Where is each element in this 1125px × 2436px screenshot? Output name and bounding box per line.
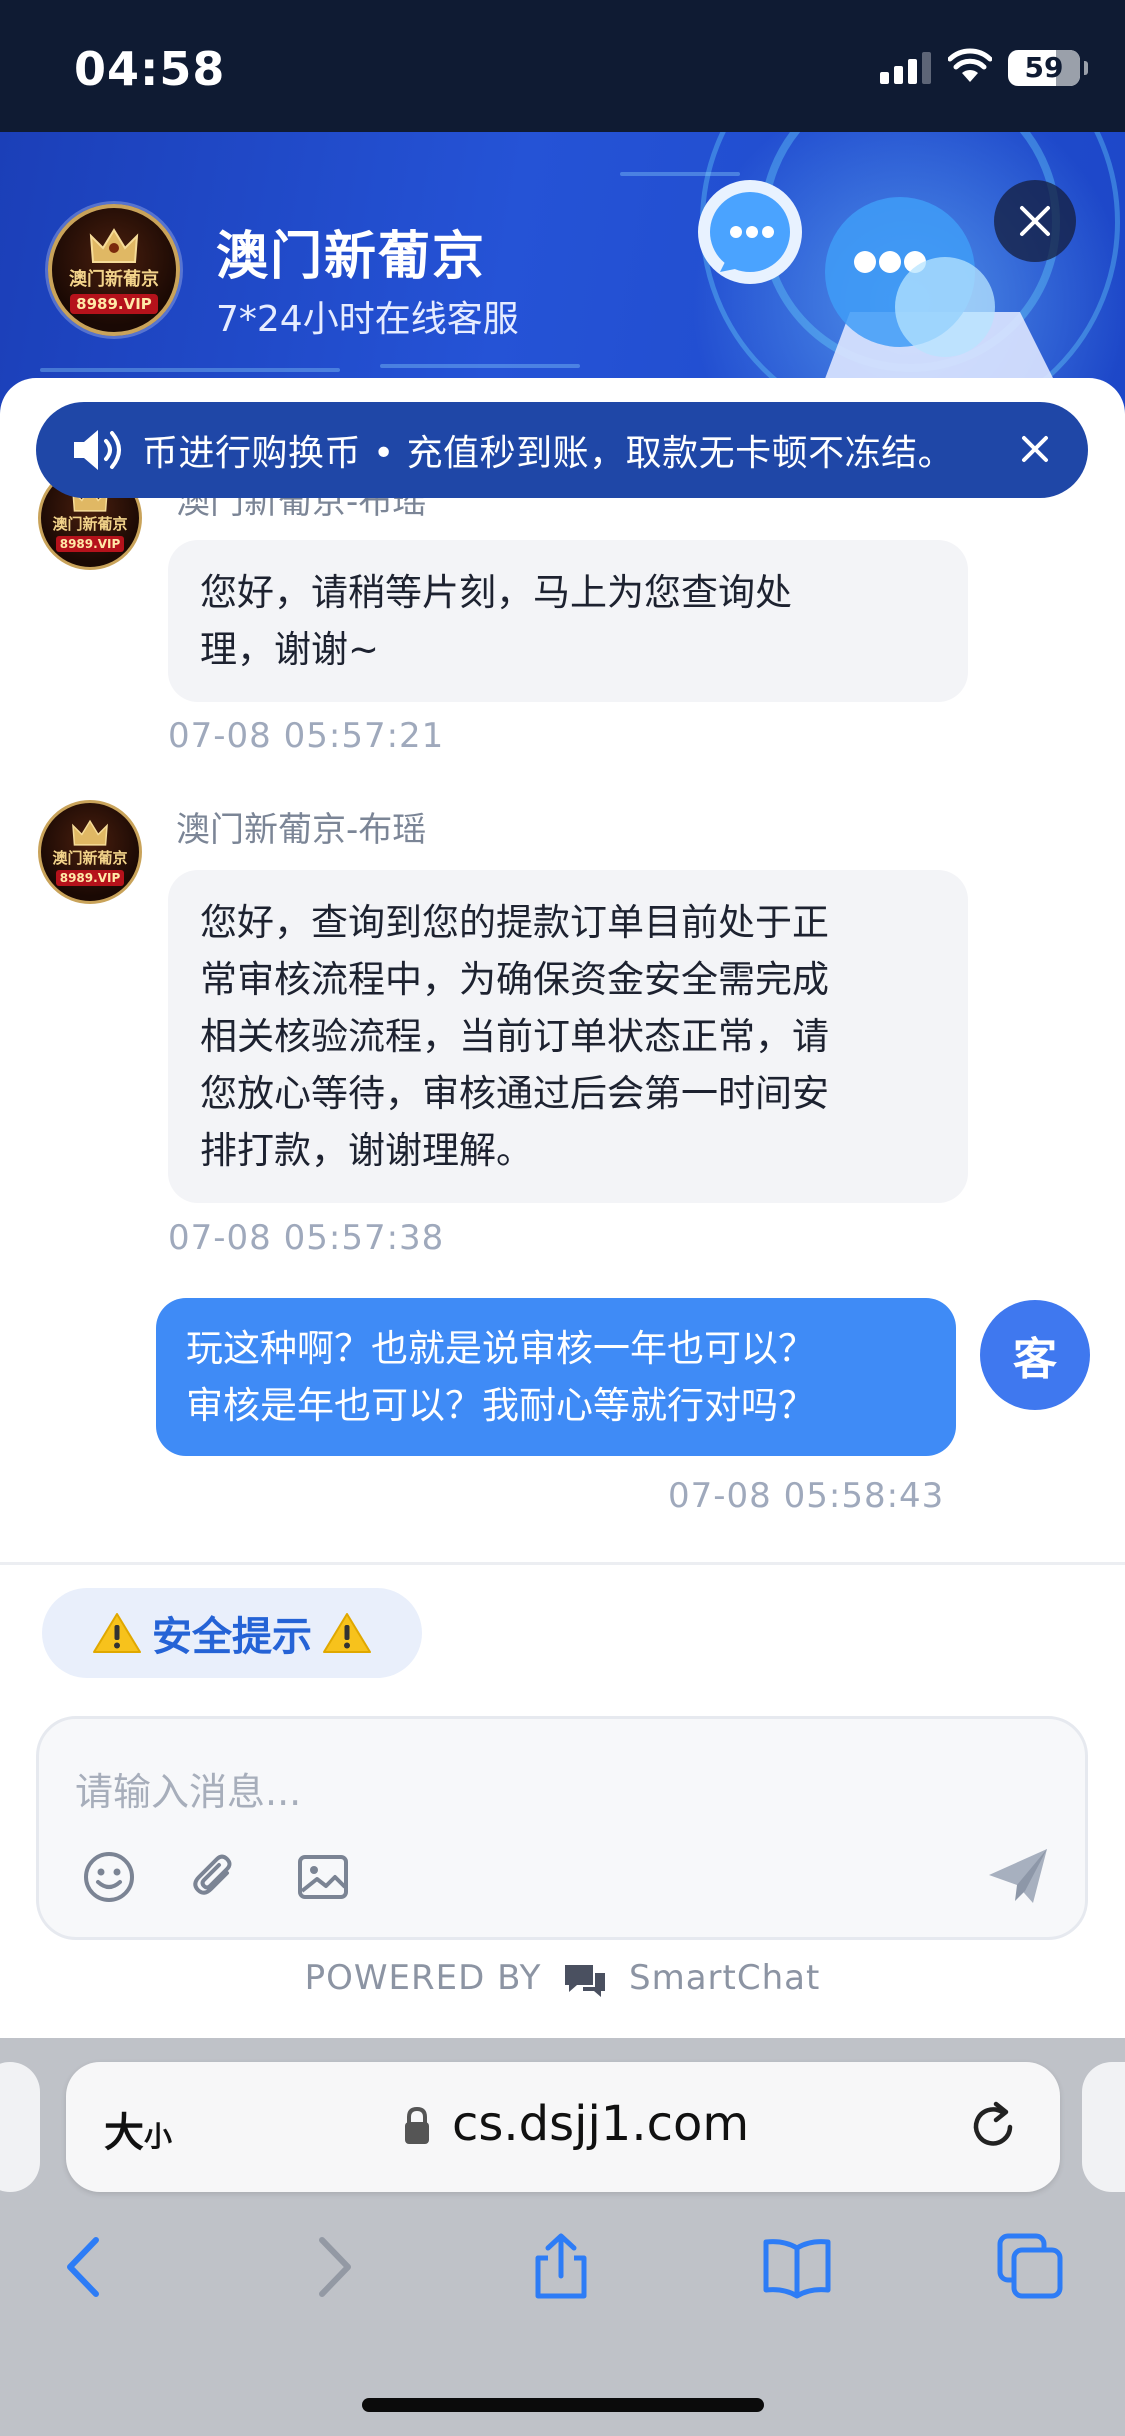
image-icon[interactable] [295, 1849, 351, 1905]
next-tab-preview[interactable] [1082, 2062, 1125, 2192]
cellular-signal-icon [880, 52, 931, 84]
crown-icon [72, 819, 108, 846]
user-avatar: 客 [980, 1300, 1090, 1410]
share-icon[interactable] [526, 2232, 596, 2302]
logo-site: 8989.VIP [70, 294, 158, 314]
agent-avatar: 澳门新葡京 8989.VIP [38, 800, 142, 904]
reload-icon[interactable] [966, 2100, 1020, 2154]
send-icon[interactable] [985, 1845, 1051, 1907]
message-line: 您放心等待，审核通过后会第一时间安 [200, 1072, 829, 1115]
back-icon[interactable] [52, 2232, 122, 2302]
home-indicator [362, 2398, 764, 2412]
brand-logo: 澳门新葡京 8989.VIP [48, 204, 180, 336]
agent-message-bubble: 您好，查询到您的提款订单目前处于正 常审核流程中，为确保资金安全需完成 相关核验… [168, 870, 968, 1203]
avatar-text: 澳门新葡京 [52, 515, 128, 533]
address-bar[interactable]: 大小 cs.dsjj1.com [66, 2062, 1060, 2192]
battery-icon: 59 [1008, 50, 1088, 86]
message-line: 您好，查询到您的提款订单目前处于正 [200, 901, 829, 944]
message-timestamp: 07-08 05:57:38 [168, 1218, 445, 1258]
avatar-text: 澳门新葡京 [52, 849, 128, 867]
message-line: 审核是年也可以？我耐心等就行对吗？ [186, 1384, 815, 1427]
message-timestamp: 07-08 05:57:21 [168, 716, 445, 756]
safety-tip-label: 安全提示 [152, 1614, 312, 1660]
avatar-site: 8989.VIP [55, 536, 125, 552]
safety-tip-button[interactable]: 安全提示 [42, 1588, 422, 1678]
logo-text: 澳门新葡京 [69, 269, 159, 290]
bookmarks-icon[interactable] [762, 2232, 832, 2302]
status-time: 04:58 [74, 42, 226, 96]
lock-icon [405, 2106, 429, 2144]
message-sender: 澳门新葡京-布瑶 [176, 810, 427, 850]
forward-icon[interactable] [296, 2232, 366, 2302]
powered-by-brand: SmartChat [629, 1958, 821, 1998]
tabs-icon[interactable] [996, 2232, 1066, 2302]
status-bar: 04:58 59 [0, 0, 1125, 132]
powered-by-prefix: POWERED BY [304, 1958, 542, 1998]
text-size-button[interactable]: 大小 [104, 2100, 172, 2158]
header-title: 澳门新葡京 [216, 227, 487, 287]
close-icon [1020, 206, 1050, 236]
url-text[interactable]: cs.dsjj1.com [452, 2096, 749, 2152]
close-chat-button[interactable] [994, 180, 1076, 262]
message-line: 玩这种啊？也就是说审核一年也可以？ [186, 1327, 815, 1370]
previous-tab-preview[interactable] [0, 2062, 40, 2192]
message-input[interactable]: 请输入消息... [75, 1761, 301, 1816]
avatar-site: 8989.VIP [55, 870, 125, 886]
attachment-icon[interactable] [187, 1849, 243, 1905]
header-subtitle: 7*24小时在线客服 [216, 299, 519, 340]
announcement-text: 币进行购换币 • 充值秒到账，取款无卡顿不冻结。 [142, 433, 955, 474]
message-composer[interactable]: 请输入消息... [36, 1716, 1088, 1940]
agent-message-bubble: 您好，请稍等片刻，马上为您查询处 理，谢谢~ [168, 540, 968, 702]
text-size-large: 大 [104, 2110, 144, 2156]
message-line: 常审核流程中，为确保资金安全需完成 [200, 958, 829, 1001]
emoji-icon[interactable] [81, 1849, 137, 1905]
divider [0, 1562, 1125, 1565]
wifi-icon [948, 48, 992, 82]
powered-by: POWERED BY SmartChat [0, 1958, 1125, 1999]
text-size-small: 小 [144, 2120, 173, 2153]
message-line: 排打款，谢谢理解。 [200, 1129, 533, 1172]
crown-icon [89, 228, 139, 263]
message-line: 相关核验流程，当前订单状态正常，请 [200, 1015, 829, 1058]
battery-level: 59 [1024, 51, 1064, 84]
close-announcement-icon[interactable] [1018, 432, 1052, 466]
message-line: 您好，请稍等片刻，马上为您查询处 [200, 571, 792, 614]
warning-icon [93, 1613, 141, 1653]
user-message-bubble: 玩这种啊？也就是说审核一年也可以？ 审核是年也可以？我耐心等就行对吗？ [156, 1298, 956, 1456]
warning-icon [323, 1613, 371, 1653]
announcement-bar: 币进行购换币 • 充值秒到账，取款无卡顿不冻结。 [36, 402, 1088, 498]
message-line: 理，谢谢~ [200, 628, 380, 671]
message-timestamp: 07-08 05:58:43 [668, 1476, 945, 1516]
smartchat-logo-icon [565, 1964, 606, 1997]
speaker-icon [74, 430, 121, 470]
